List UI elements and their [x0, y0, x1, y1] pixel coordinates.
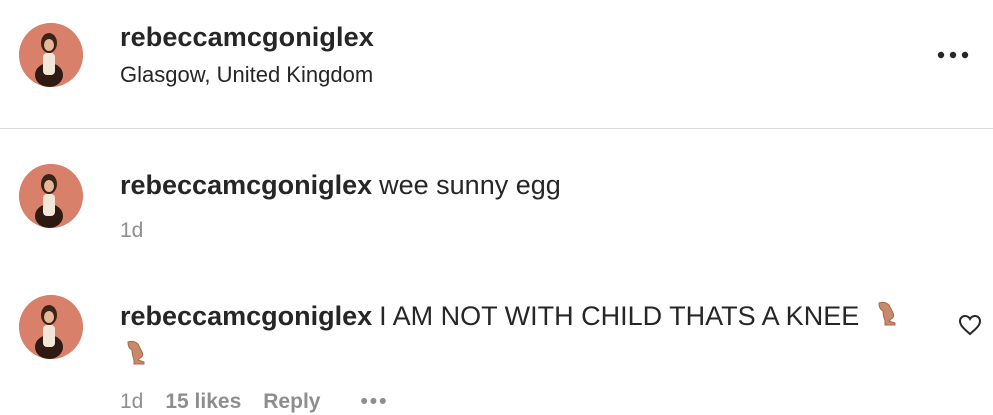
comment-likes[interactable]: 15 likes: [165, 390, 241, 414]
header-location[interactable]: Glasgow, United Kingdom: [120, 62, 373, 88]
avatar-image: [19, 295, 83, 359]
comment-meta: 1d: [120, 219, 165, 243]
leg-emoji-icon: [875, 299, 899, 337]
like-button[interactable]: [958, 314, 984, 340]
comment-meta: 1d 15 likes Reply •••: [120, 390, 411, 414]
avatar[interactable]: [19, 164, 83, 228]
heart-icon: [958, 314, 982, 336]
comment-username[interactable]: rebeccamcgoniglex: [120, 170, 372, 200]
header-username[interactable]: rebeccamcgoniglex: [120, 22, 374, 53]
comment-more-button[interactable]: •••: [360, 390, 388, 414]
avatar-image: [19, 23, 83, 87]
comment-username[interactable]: rebeccamcgoniglex: [120, 301, 372, 331]
avatar[interactable]: [19, 295, 83, 359]
post-header: rebeccamcgoniglex Glasgow, United Kingdo…: [0, 0, 993, 129]
avatar[interactable]: [19, 23, 83, 87]
comment-text: rebeccamcgoniglex I AM NOT WITH CHILD THA…: [120, 298, 910, 376]
ellipsis-icon: [937, 51, 969, 59]
reply-button[interactable]: Reply: [263, 390, 320, 414]
comment-time[interactable]: 1d: [120, 219, 143, 243]
comment-time[interactable]: 1d: [120, 390, 143, 414]
leg-emoji-icon: [124, 338, 148, 376]
more-options-button[interactable]: [933, 40, 973, 70]
comment-text: rebeccamcgoniglex wee sunny egg: [120, 167, 561, 204]
avatar-image: [19, 164, 83, 228]
comment-message: wee sunny egg: [379, 170, 561, 200]
comment-message: I AM NOT WITH CHILD THATS A KNEE: [379, 301, 860, 331]
